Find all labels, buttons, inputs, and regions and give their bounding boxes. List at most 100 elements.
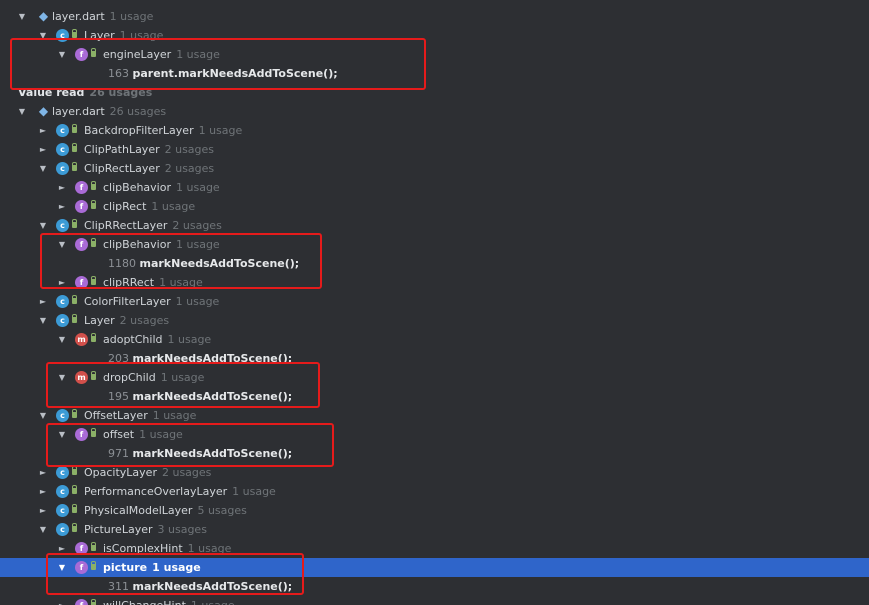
node-name: clipBehavior	[103, 181, 171, 194]
node-label: PhysicalModelLayer 5 usages	[84, 501, 247, 520]
tree-node-row[interactable]: ► c BackdropFilterLayer 1 usage	[0, 121, 869, 140]
usage-count: 2 usages	[164, 162, 215, 175]
node-name: Layer	[84, 314, 115, 327]
class-icon: c	[56, 295, 69, 308]
tree-node-row[interactable]: ▼ ◆ layer.dart 1 usage	[0, 7, 869, 26]
usage-count: 2 usages	[172, 219, 222, 232]
node-label: ClipRectLayer 2 usages	[84, 159, 214, 178]
tree-node-row[interactable]: ▼ c PictureLayer 3 usages	[0, 520, 869, 539]
node-name: ClipRRectLayer	[84, 219, 168, 232]
lock-icon	[91, 542, 96, 551]
tree-node-row[interactable]: ► f clipBehavior 1 usage	[0, 178, 869, 197]
highlight-box	[46, 362, 320, 408]
tree-node-row[interactable]: ▼ ◆ layer.dart 26 usages	[0, 102, 869, 121]
expand-down-icon[interactable]: ▼	[38, 406, 48, 425]
node-label: layer.dart 26 usages	[52, 102, 166, 121]
find-usages-tree[interactable]: ▼ ◆ layer.dart 1 usage ▼ c Layer 1 usage ▼ f engin…	[0, 0, 869, 605]
tree-node-row[interactable]: ► c ColorFilterLayer 1 usage	[0, 292, 869, 311]
lock-icon	[72, 143, 77, 152]
lock-icon	[91, 200, 96, 209]
usage-count: 5 usages	[197, 504, 247, 517]
expand-right-icon[interactable]: ►	[38, 140, 48, 159]
expand-right-icon[interactable]: ►	[38, 292, 48, 311]
tree-node-row[interactable]: ► c ClipPathLayer 2 usages	[0, 140, 869, 159]
node-label: clipBehavior 1 usage	[103, 178, 220, 197]
node-name: layer.dart	[52, 105, 105, 118]
class-icon: c	[56, 124, 69, 137]
lock-icon	[72, 409, 77, 418]
class-icon: c	[56, 485, 69, 498]
node-name: ColorFilterLayer	[84, 295, 171, 308]
dart-file-icon: ◆	[38, 9, 49, 23]
lock-icon	[72, 314, 77, 323]
expand-down-icon[interactable]: ▼	[38, 311, 48, 330]
highlight-box	[10, 38, 426, 90]
expand-right-icon[interactable]: ►	[38, 482, 48, 501]
node-label: PerformanceOverlayLayer 1 usage	[84, 482, 276, 501]
tree-node-row[interactable]: ► f clipRect 1 usage	[0, 197, 869, 216]
node-label: Layer 2 usages	[84, 311, 169, 330]
node-label: PictureLayer 3 usages	[84, 520, 207, 539]
expand-right-icon[interactable]: ►	[57, 178, 67, 197]
node-name: ClipRectLayer	[84, 162, 160, 175]
dart-file-icon: ◆	[38, 104, 49, 118]
node-name: clipRect	[103, 200, 147, 213]
class-icon: c	[56, 314, 69, 327]
tree-node-row[interactable]: ► c PerformanceOverlayLayer 1 usage	[0, 482, 869, 501]
node-name: BackdropFilterLayer	[84, 124, 194, 137]
field-icon: f	[75, 599, 88, 605]
node-name: PictureLayer	[84, 523, 153, 536]
class-icon: c	[56, 409, 69, 422]
usage-count: 1 usage	[175, 295, 220, 308]
lock-icon	[72, 124, 77, 133]
node-name: OpacityLayer	[84, 466, 157, 479]
node-label: layer.dart 1 usage	[52, 7, 153, 26]
node-name: willChangeHint	[103, 599, 186, 605]
tree-node-row[interactable]: ▼ m adoptChild 1 usage	[0, 330, 869, 349]
node-name: adoptChild	[103, 333, 163, 346]
usage-count: 2 usages	[164, 143, 215, 156]
expand-right-icon[interactable]: ►	[57, 596, 67, 605]
lock-icon	[72, 219, 77, 228]
field-icon: f	[75, 200, 88, 213]
highlight-box	[46, 553, 304, 595]
node-label: willChangeHint 1 usage	[103, 596, 235, 605]
field-icon: f	[75, 181, 88, 194]
expand-down-icon[interactable]: ▼	[57, 330, 67, 349]
lock-icon	[72, 504, 77, 513]
expand-right-icon[interactable]: ►	[38, 501, 48, 520]
lock-icon	[91, 181, 96, 190]
usage-count: 2 usages	[119, 314, 170, 327]
tree-node-row[interactable]: ► c PhysicalModelLayer 5 usages	[0, 501, 869, 520]
node-label: ColorFilterLayer 1 usage	[84, 292, 219, 311]
class-icon: c	[56, 162, 69, 175]
lock-icon	[91, 333, 96, 342]
tree-node-row[interactable]: ▼ c Layer 2 usages	[0, 311, 869, 330]
usage-count: 1 usage	[109, 10, 154, 23]
node-label: adoptChild 1 usage	[103, 330, 211, 349]
usage-count: 1 usage	[152, 409, 197, 422]
expand-down-icon[interactable]: ▼	[17, 7, 27, 26]
class-icon: c	[56, 219, 69, 232]
lock-icon	[72, 485, 77, 494]
usage-count: 26 usages	[109, 105, 167, 118]
usage-count: 1 usage	[176, 181, 220, 194]
lock-icon	[72, 295, 77, 304]
expand-down-icon[interactable]: ▼	[38, 159, 48, 178]
expand-down-icon[interactable]: ▼	[17, 102, 27, 121]
usage-count: 1 usage	[151, 200, 196, 213]
class-icon: c	[56, 523, 69, 536]
method-icon: m	[75, 333, 88, 346]
expand-right-icon[interactable]: ►	[38, 121, 48, 140]
tree-node-row[interactable]: ▼ c ClipRectLayer 2 usages	[0, 159, 869, 178]
usage-count: 1 usage	[167, 333, 212, 346]
node-label: BackdropFilterLayer 1 usage	[84, 121, 242, 140]
node-name: OffsetLayer	[84, 409, 148, 422]
usage-count: 2 usages	[161, 466, 212, 479]
tree-node-row[interactable]: ► f willChangeHint 1 usage	[0, 596, 869, 605]
expand-right-icon[interactable]: ►	[57, 197, 67, 216]
lock-icon	[72, 466, 77, 475]
usage-count: 3 usages	[157, 523, 207, 536]
highlight-box	[40, 233, 322, 289]
expand-down-icon[interactable]: ▼	[38, 520, 48, 539]
